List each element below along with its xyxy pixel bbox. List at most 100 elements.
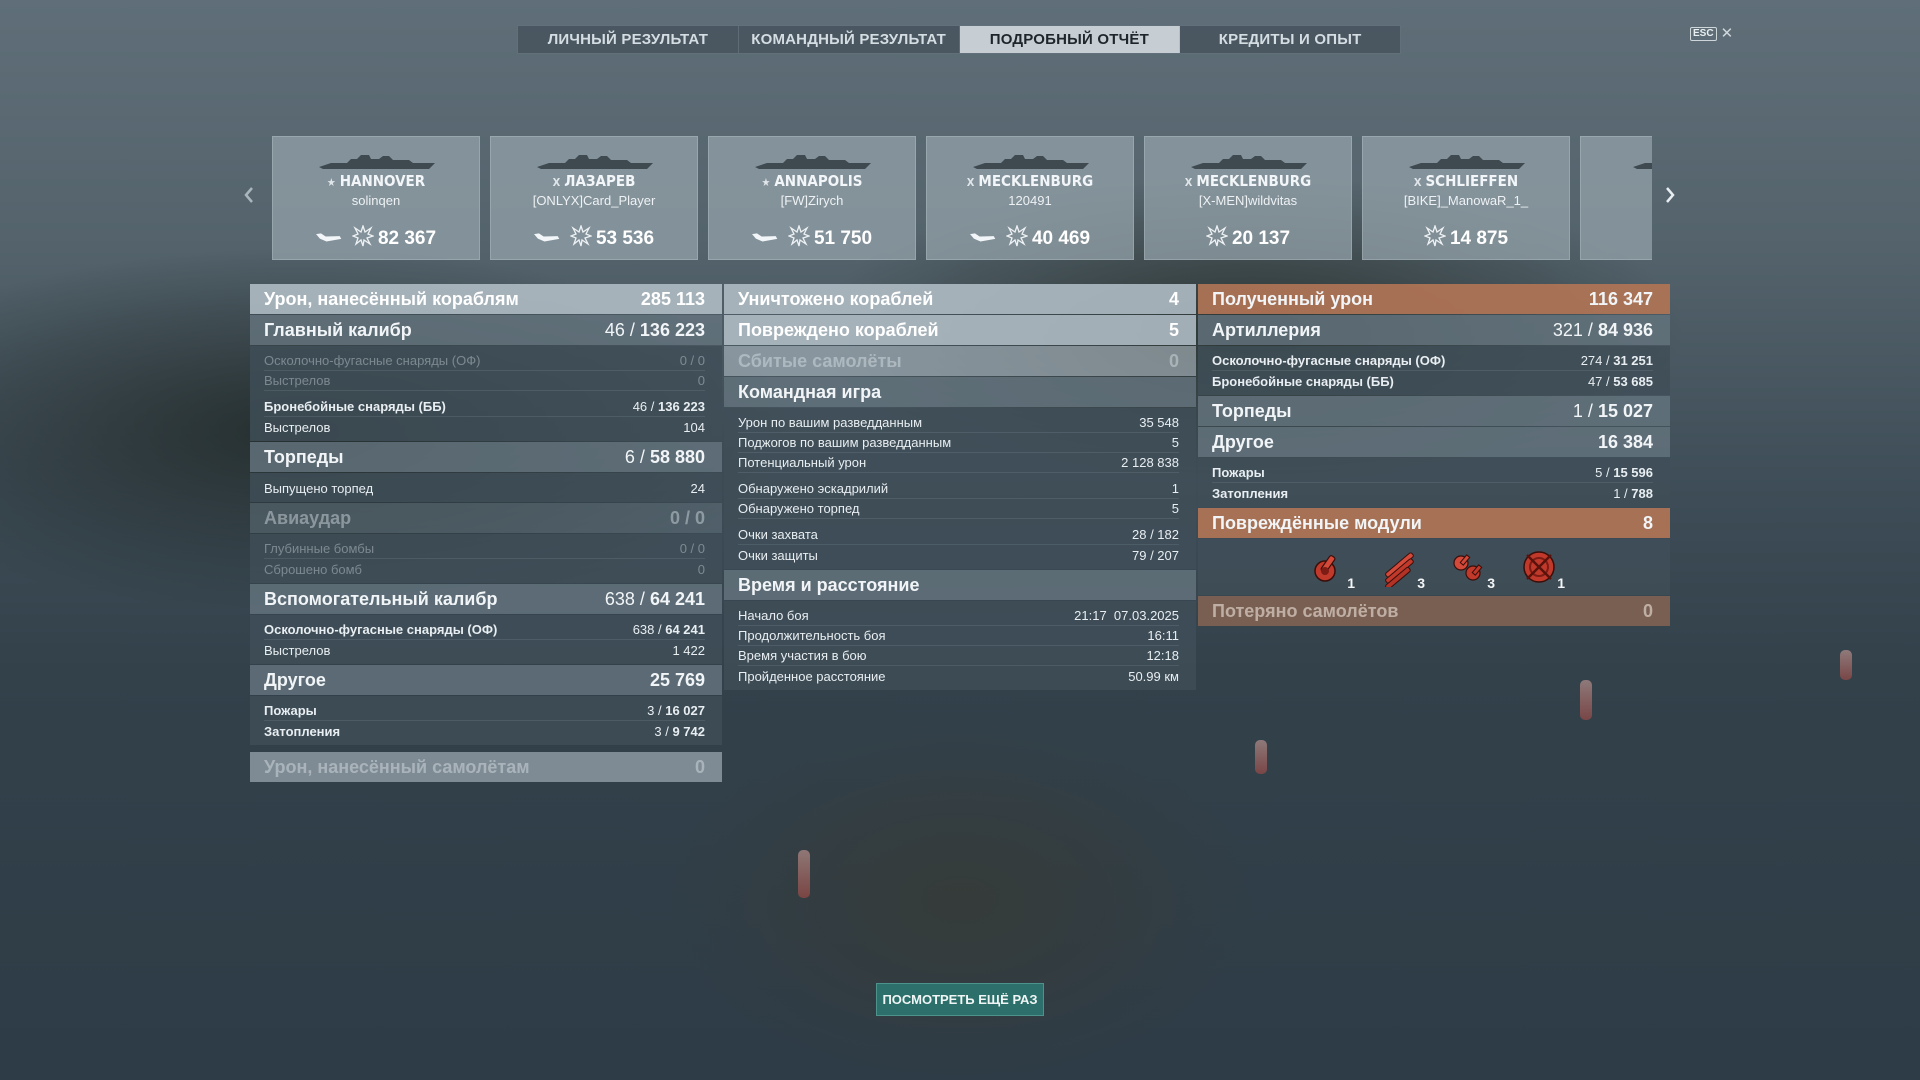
card-stats: 53 536	[491, 223, 697, 252]
section-label: Время и расстояние	[738, 574, 920, 595]
ship-tier: ★	[761, 176, 771, 189]
stat-row: Выстрелов 104	[264, 419, 705, 435]
stat-row: Сброшено бомб 0	[264, 561, 705, 577]
stat-row: Затопления 1 / 788	[1212, 485, 1653, 501]
ship-damage: 51 750	[787, 223, 872, 252]
main-battery-details: Осколочно-фугасные снаряды (ОФ) 0 / 0 Выс…	[250, 346, 722, 441]
section-label: Артиллерия	[1212, 319, 1321, 340]
esc-key-hint: ESC	[1690, 27, 1717, 41]
tab-team-result[interactable]: КОМАНДНЫЙ РЕЗУЛЬТАТ	[739, 26, 960, 53]
ship-card[interactable]: X SCHLIEFFEN [BIKE]_ManowaR_1_ 14 875	[1362, 136, 1570, 260]
ships-destroyed-header: Уничтожено кораблей 4	[724, 284, 1196, 314]
secondary-battery-header: Вспомогательный калибр 638 / 64 241	[250, 584, 722, 614]
section-value: 25 769	[649, 669, 705, 690]
stat-row: Очки защиты 79 / 207	[738, 547, 1179, 563]
section-value: 1 / 15 027	[1572, 400, 1653, 421]
stat-row: Осколочно-фугасные снаряды (ОФ) 638 / 64 …	[264, 620, 705, 640]
ship-damage: 20 137	[1205, 223, 1290, 252]
carousel-prev-arrow[interactable]	[243, 186, 255, 210]
damaged-modules-list: 1 3 3 1	[1198, 539, 1670, 595]
received-other-header: Другое 16 384	[1198, 427, 1670, 457]
section-value: 4	[1168, 288, 1179, 309]
aircraft-icon	[968, 227, 997, 250]
stat-row: Бронебойные снаряды (ББ) 46 / 136 223	[264, 397, 705, 417]
secondary-battery-details: Осколочно-фугасные снаряды (ОФ) 638 / 64 …	[250, 615, 722, 664]
stat-row: Осколочно-фугасные снаряды (ОФ) 0 / 0	[264, 351, 705, 371]
stat-row: Урон по вашим разведданным 35 548	[738, 413, 1179, 433]
section-value: 116 347	[1588, 288, 1653, 309]
planes-shot-down-header: Сбитые самолёты 0	[724, 346, 1196, 376]
secondary-battery-module-icon: 3	[1449, 547, 1495, 591]
stat-row: Обнаружено торпед 5	[738, 499, 1179, 519]
torpedo-tube-module-icon: 3	[1379, 547, 1425, 591]
stat-row: Очки захвата 28 / 182	[738, 525, 1179, 545]
close-button[interactable]: ESC ✕	[1690, 26, 1734, 41]
ship-tier: X	[966, 176, 975, 189]
ship-card[interactable]: X ЛАЗАРЕВ [ONLYX]Card_Player 53 536	[490, 136, 698, 260]
stat-row: Обнаружено эскадрилий 1	[738, 479, 1179, 499]
section-label: Уничтожено кораблей	[738, 288, 934, 309]
ship-card[interactable]: ★ ANNAPOLIS [FW]Zirych 51 750	[708, 136, 916, 260]
stat-row: Продолжительность боя 16:11	[738, 626, 1179, 646]
ship-card-partial[interactable]	[1580, 136, 1652, 260]
section-value: 638 / 64 241	[604, 588, 705, 609]
ship-name: X SCHLIEFFEN	[1413, 172, 1519, 190]
ship-name: ★ HANNOVER	[326, 172, 426, 190]
ship-card[interactable]: X MECKLENBURG [X-MEN]wildvitas 20 137	[1144, 136, 1352, 260]
team-play-header: Командная игра	[724, 377, 1196, 407]
damage-to-planes-header: Урон, нанесённый самолётам 0	[250, 752, 722, 782]
player-name: [X-MEN]wildvitas	[1198, 193, 1298, 208]
ship-name: X ЛАЗАРЕВ	[552, 172, 636, 190]
section-value: 5	[1168, 319, 1179, 340]
ship-carousel: ★ HANNOVER solinqen 82 367 X ЛАЗАРЕВ [ONLYX]Ca…	[272, 136, 1652, 260]
section-label: Сбитые самолёты	[738, 350, 902, 371]
ship-silhouette-icon	[1631, 153, 1652, 176]
ship-card[interactable]: ★ HANNOVER solinqen 82 367	[272, 136, 480, 260]
other-damage-details: Пожары 3 / 16 027 Затопления 3 / 9 742	[250, 696, 722, 745]
section-value: 0	[1642, 600, 1653, 621]
ship-tier: X	[552, 176, 561, 189]
section-value: 0	[1168, 350, 1179, 371]
damage-burst-icon	[1423, 223, 1447, 252]
watch-again-button[interactable]: ПОСМОТРЕТЬ ЕЩЁ РАЗ	[876, 983, 1044, 1016]
aircraft-icon	[532, 227, 561, 250]
section-value: 285 113	[640, 288, 705, 309]
player-name: [FW]Zirych	[780, 193, 844, 208]
section-label: Урон, нанесённый самолётам	[264, 756, 530, 777]
player-name: solinqen	[351, 193, 401, 208]
ship-name: ★ ANNAPOLIS	[761, 172, 863, 190]
section-label: Повреждённые модули	[1212, 512, 1422, 533]
ship-card[interactable]: X MECKLENBURG 120491 40 469	[926, 136, 1134, 260]
ship-tier: X	[1413, 176, 1422, 189]
player-name: [BIKE]_ManowaR_1_	[1403, 193, 1529, 208]
section-value: 0 / 0	[669, 507, 705, 528]
ship-tier: ★	[326, 176, 336, 189]
ship-damage: 40 469	[1005, 223, 1090, 252]
tab-personal-result[interactable]: ЛИЧНЫЙ РЕЗУЛЬТАТ	[518, 26, 739, 53]
section-label: Вспомогательный калибр	[264, 588, 498, 609]
close-icon[interactable]: ✕	[1721, 26, 1734, 41]
section-value: 8	[1642, 512, 1653, 533]
stat-row: Выпущено торпед 24	[264, 480, 705, 496]
damage-burst-icon	[351, 223, 375, 252]
ship-tier: X	[1184, 176, 1193, 189]
damaged-modules-header: Повреждённые модули 8	[1198, 508, 1670, 538]
stat-row: Пожары 3 / 16 027	[264, 701, 705, 721]
received-damage-panel: Полученный урон 116 347 Артиллерия 321 /…	[1198, 284, 1670, 627]
background-buoy	[1840, 650, 1852, 680]
section-label: Командная игра	[738, 381, 882, 402]
other-damage-header: Другое 25 769	[250, 665, 722, 695]
main-battery-module-icon: 1	[1309, 547, 1355, 591]
section-value: 6 / 58 880	[624, 446, 705, 467]
team-play-details: Урон по вашим разведданным 35 548 Поджого…	[724, 408, 1196, 569]
carousel-next-arrow[interactable]	[1664, 186, 1676, 210]
ship-damage: 53 536	[569, 223, 654, 252]
section-label: Полученный урон	[1212, 288, 1373, 309]
section-label: Торпеды	[264, 446, 344, 467]
artillery-details: Осколочно-фугасные снаряды (ОФ) 274 / 31 …	[1198, 346, 1670, 395]
tab-credits-and-xp[interactable]: КРЕДИТЫ И ОПЫТ	[1180, 26, 1400, 53]
section-label: Урон, нанесённый кораблям	[264, 288, 519, 309]
tab-detailed-report[interactable]: ПОДРОБНЫЙ ОТЧЁТ	[959, 26, 1181, 53]
received-damage-header: Полученный урон 116 347	[1198, 284, 1670, 314]
stat-row: Пройденное расстояние 50.99 км	[738, 668, 1179, 684]
